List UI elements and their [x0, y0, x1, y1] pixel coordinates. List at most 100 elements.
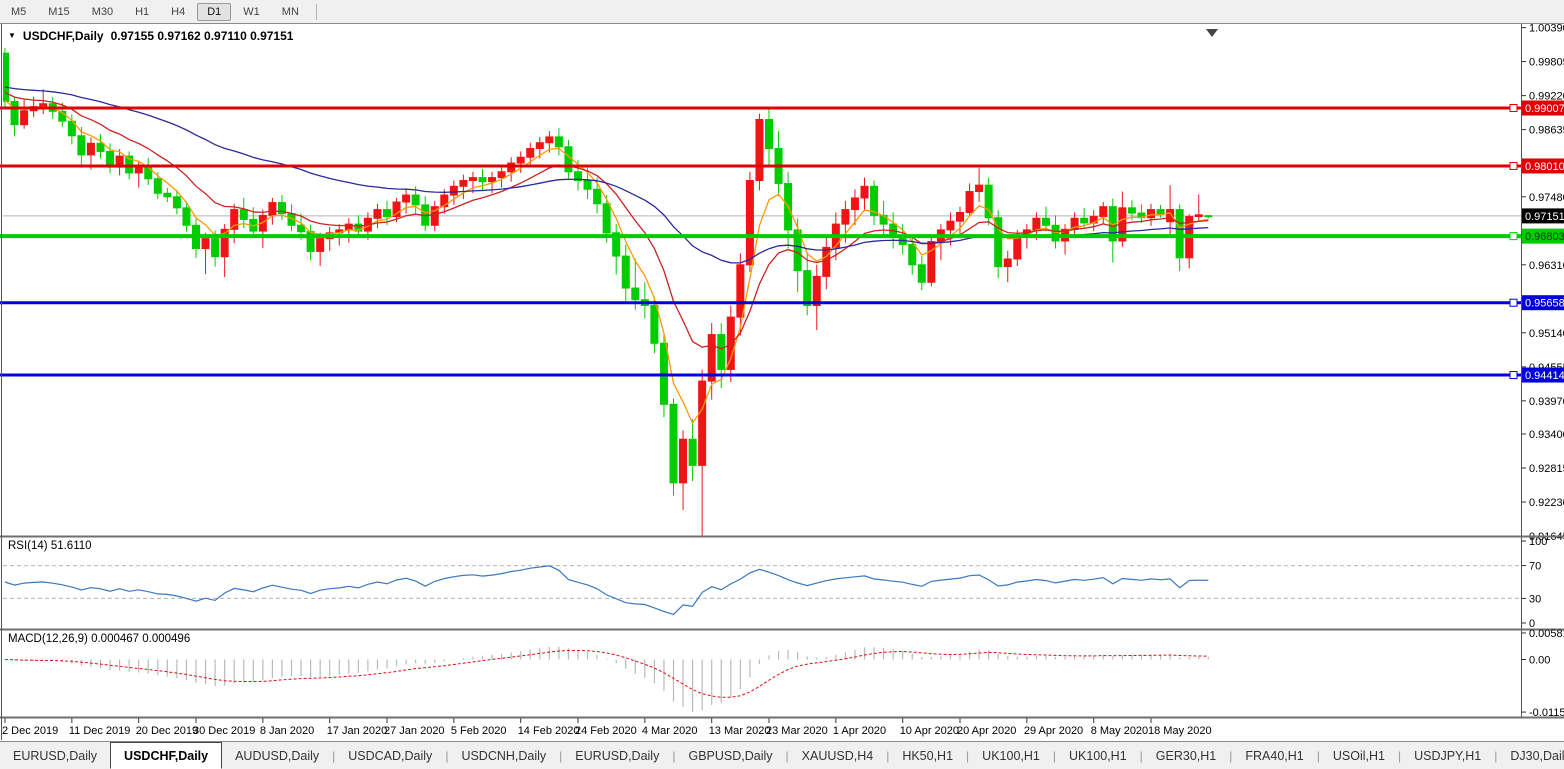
date-label: 11 Dec 2019	[69, 725, 131, 737]
candle-body	[632, 288, 639, 300]
candle-body	[1100, 207, 1107, 217]
date-label: 2 Dec 2019	[2, 725, 58, 737]
tab-eurusd-daily[interactable]: EURUSD,Daily	[562, 742, 672, 769]
toolbar-divider	[316, 4, 317, 20]
candle-body	[851, 198, 858, 210]
timeframe-toolbar: M5M15M30H1H4D1W1MN	[0, 0, 1564, 24]
candle-body	[498, 172, 505, 178]
date-label: 20 Apr 2020	[957, 725, 1016, 737]
tab-fra40-h1[interactable]: FRA40,H1	[1232, 742, 1316, 769]
candle-body	[861, 186, 868, 198]
candle-body	[1042, 218, 1049, 225]
candle-body	[173, 197, 180, 208]
level-end-marker	[1510, 233, 1517, 240]
candle-body	[384, 210, 391, 217]
candle-body	[804, 271, 811, 306]
candle-body	[766, 119, 773, 148]
candle-body	[670, 404, 677, 482]
date-label: 18 May 2020	[1148, 725, 1212, 737]
tab-xauusd-h4[interactable]: XAUUSD,H4	[789, 742, 887, 769]
candle-body	[78, 136, 85, 155]
price-tick-label: 0.96310	[1529, 260, 1564, 272]
price-level-tag: 0.95658	[1525, 298, 1564, 310]
candle-body	[651, 306, 658, 344]
tab-usdchf-daily[interactable]: USDCHF,Daily	[110, 742, 222, 769]
price-tick-label: 0.95140	[1529, 328, 1564, 340]
date-label: 8 May 2020	[1091, 725, 1148, 737]
timeframe-button-w1[interactable]: W1	[233, 3, 270, 21]
date-label: 14 Feb 2020	[518, 725, 580, 737]
price-tick-label: 0.93400	[1529, 429, 1564, 441]
candle-body	[756, 119, 763, 180]
price-tick-label: 0.92815	[1529, 463, 1564, 475]
candle-body	[231, 210, 238, 230]
candle-body	[603, 204, 610, 233]
candle-body	[1148, 210, 1155, 218]
candle-body	[154, 179, 161, 194]
tab-usdcnh-daily[interactable]: USDCNH,Daily	[448, 742, 559, 769]
candle-body	[890, 224, 897, 236]
tab-hk50-h1[interactable]: HK50,H1	[889, 742, 966, 769]
candle-body	[565, 147, 572, 172]
tab-eurusd-daily[interactable]: EURUSD,Daily	[0, 742, 110, 769]
candle-body	[1081, 218, 1088, 223]
candle-body	[517, 157, 524, 163]
candle-body	[909, 244, 916, 264]
tab-usdjpy-h1[interactable]: USDJPY,H1	[1401, 742, 1494, 769]
tab-ger30-h1[interactable]: GER30,H1	[1143, 742, 1229, 769]
timeframe-button-m30[interactable]: M30	[82, 3, 123, 21]
price-chart[interactable]: 1.003900.998050.992200.986350.974800.963…	[0, 24, 1564, 741]
timeframe-button-m15[interactable]: M15	[38, 3, 79, 21]
macd-tick-label: -0.0115146	[1529, 707, 1564, 719]
candle-body	[584, 181, 591, 190]
tab-gbpusd-daily[interactable]: GBPUSD,Daily	[675, 742, 785, 769]
timeframe-button-mn[interactable]: MN	[272, 3, 309, 21]
date-label: 24 Feb 2020	[575, 725, 637, 737]
candle-body	[135, 167, 142, 173]
level-end-marker	[1510, 105, 1517, 112]
timeframe-button-d1[interactable]: D1	[197, 3, 231, 21]
price-tick-label: 0.97480	[1529, 192, 1564, 204]
date-label: 20 Dec 2019	[136, 725, 198, 737]
price-level-tag: 0.99007	[1525, 103, 1564, 115]
candle-body	[536, 143, 543, 149]
candle-body	[212, 239, 219, 257]
level-end-marker	[1510, 299, 1517, 306]
timeframe-button-m5[interactable]: M5	[1, 3, 36, 21]
candle-body	[183, 208, 190, 225]
price-tick-label: 1.00390	[1529, 24, 1564, 35]
candle-body	[947, 221, 954, 230]
level-end-marker	[1510, 162, 1517, 169]
candle-body	[746, 181, 753, 265]
tab-uk100-h1[interactable]: UK100,H1	[1056, 742, 1140, 769]
date-label: 13 Mar 2020	[709, 725, 771, 737]
date-label: 29 Apr 2020	[1024, 725, 1083, 737]
candle-body	[317, 239, 324, 252]
tab-usoil-h1[interactable]: USOil,H1	[1320, 742, 1398, 769]
tab-audusd-daily[interactable]: AUDUSD,Daily	[222, 742, 332, 769]
price-level-tag: 0.94414	[1525, 370, 1564, 382]
candle-body	[737, 265, 744, 317]
candle-body	[689, 439, 696, 465]
price-level-tag: 0.98010	[1525, 161, 1564, 173]
candle-body	[469, 178, 476, 181]
rsi-tick-label: 100	[1529, 536, 1547, 548]
date-label: 27 Jan 2020	[384, 725, 445, 737]
date-label: 4 Mar 2020	[642, 725, 698, 737]
candle-body	[298, 225, 305, 231]
chart-background	[0, 24, 1564, 741]
tab-uk100-h1[interactable]: UK100,H1	[969, 742, 1053, 769]
candle-body	[479, 178, 486, 182]
date-label: 1 Apr 2020	[833, 725, 886, 737]
tab-usdcad-daily[interactable]: USDCAD,Daily	[335, 742, 445, 769]
candle-body	[164, 193, 171, 196]
timeframe-button-h1[interactable]: H1	[125, 3, 159, 21]
timeframe-button-h4[interactable]: H4	[161, 3, 195, 21]
date-label: 8 Jan 2020	[260, 725, 314, 737]
macd-tick-label: 0.00	[1529, 655, 1550, 667]
tab-dj30-daily[interactable]: DJ30,Daily	[1497, 742, 1564, 769]
current-price-tag: 0.97151	[1525, 211, 1564, 223]
candle-body	[880, 215, 887, 224]
candle-body	[957, 212, 964, 221]
candle-body	[11, 101, 18, 124]
